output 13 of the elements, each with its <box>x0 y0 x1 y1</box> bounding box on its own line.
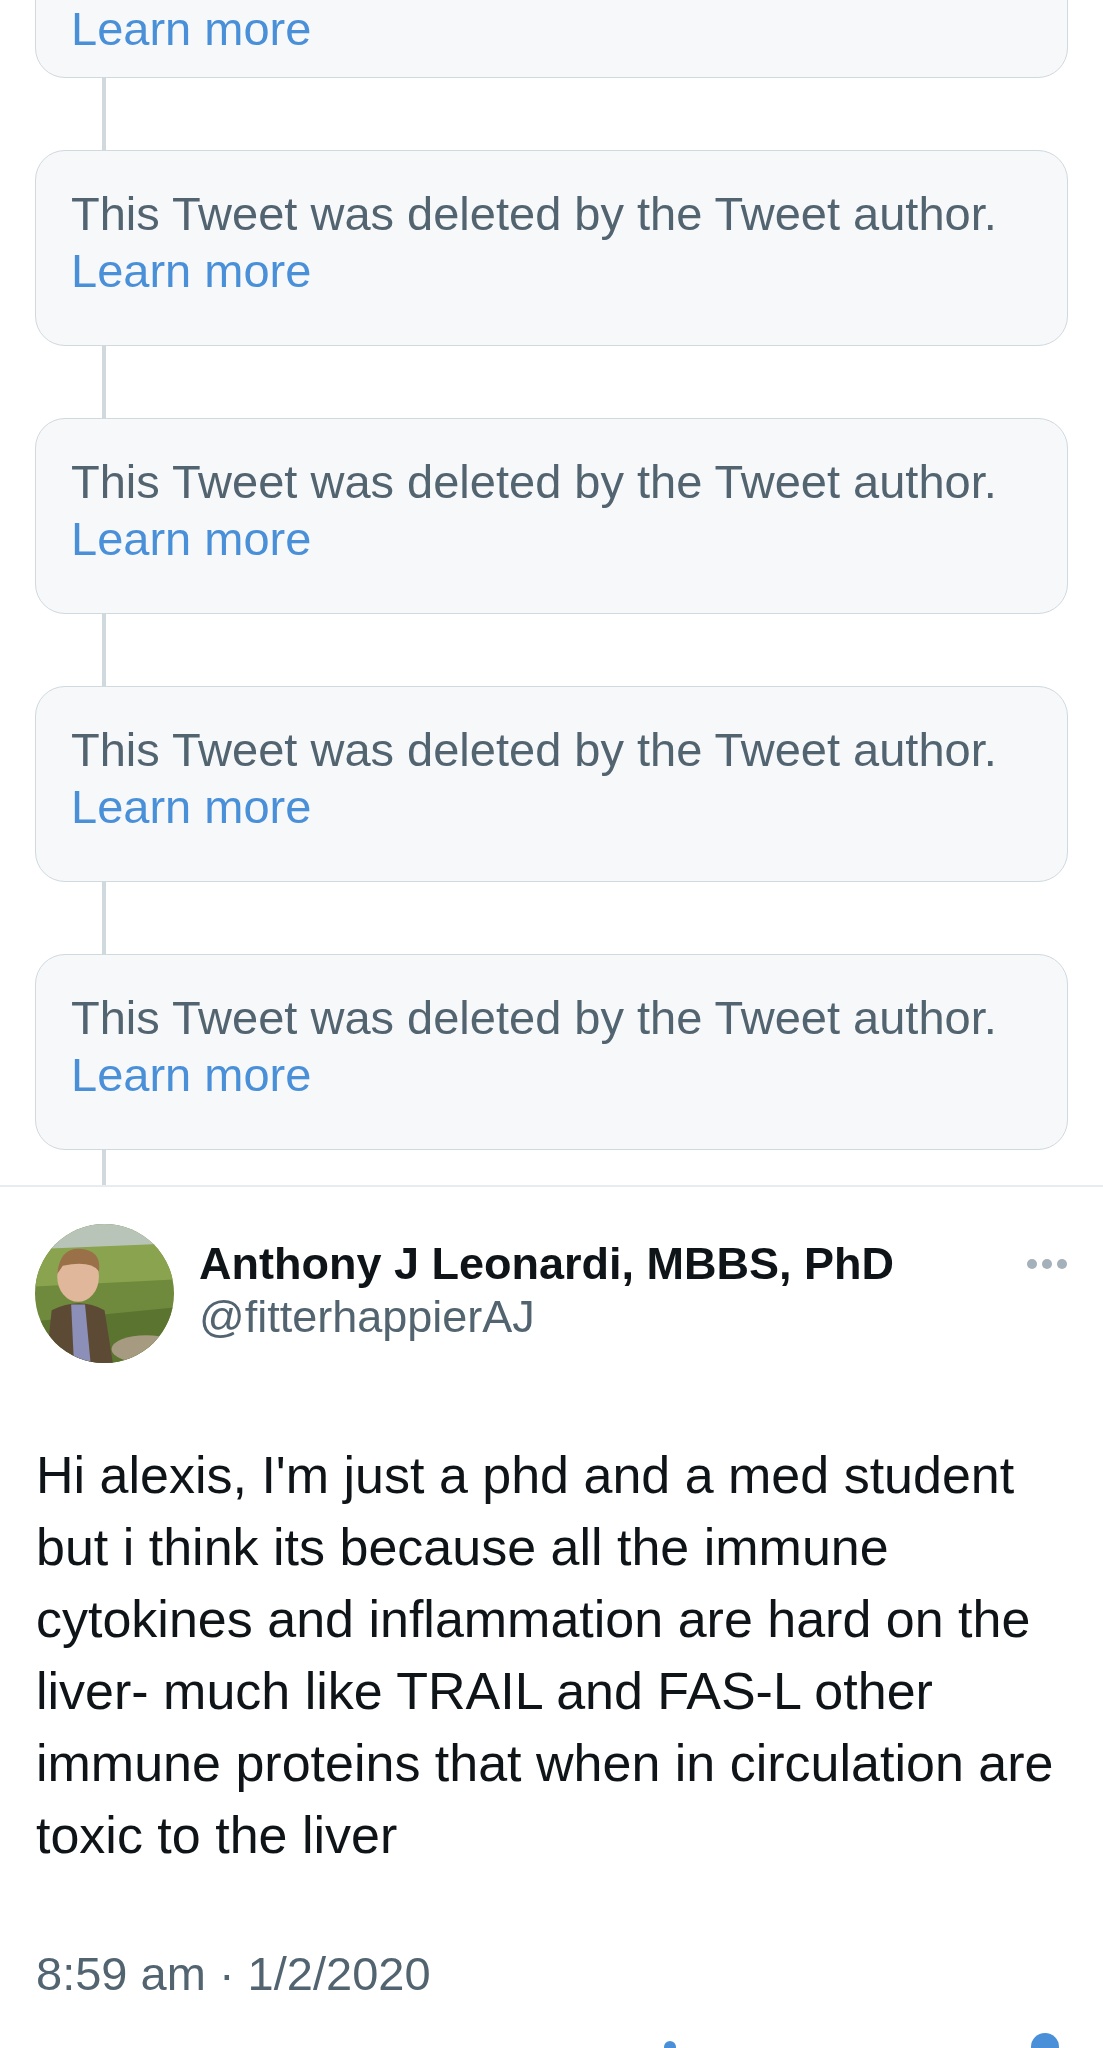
deleted-notice: This Tweet was deleted by the Tweet author. <box>71 722 997 778</box>
tweet-timestamp: 8:59 am · 1/2/2020 <box>36 1946 431 2002</box>
learn-more-link[interactable]: Learn more <box>71 510 312 567</box>
tweet-text: Hi alexis, I'm just a phd and a med student but i think its because all the immune cytokines and inflammation are hard on the liver- much like TRAIL and FAS-L other immune proteins that when in circulation are toxic to the liver <box>36 1445 1055 1866</box>
deleted-notice: This Tweet was deleted by the Tweet author. <box>71 454 997 510</box>
deleted-notice: This Tweet was deleted by the Tweet author. <box>71 990 997 1046</box>
learn-more-link[interactable]: Learn more <box>71 0 312 57</box>
deleted-notice: This Tweet was deleted by the Tweet author. <box>71 186 997 242</box>
learn-more-link[interactable]: Learn more <box>71 1046 312 1103</box>
author-handle[interactable]: @fitterhappierAJ <box>199 1289 535 1345</box>
learn-more-link[interactable]: Learn more <box>71 242 312 299</box>
author-name[interactable]: Anthony J Leonardi, MBBS, PhD <box>199 1239 895 1289</box>
learn-more-link[interactable]: Learn more <box>71 778 312 835</box>
